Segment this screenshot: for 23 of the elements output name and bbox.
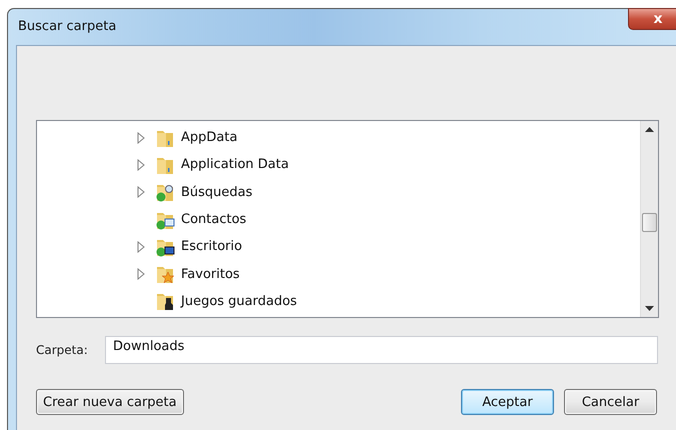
tree-item[interactable]: Búsquedas [181,184,252,200]
tree-item[interactable]: Contactos [181,212,246,228]
expand-arrow-icon[interactable] [137,186,146,198]
expand-arrow-icon[interactable] [137,132,146,144]
expand-arrow-icon[interactable] [137,240,146,253]
scroll-down-icon[interactable] [645,306,654,311]
folder-field[interactable]: Downloads [105,336,658,364]
folder-label: Carpeta: [36,343,89,357]
tree-item[interactable]: Favoritos [181,266,240,282]
expand-arrow-icon[interactable] [137,158,146,171]
accept-button[interactable]: Aceptar [461,389,554,415]
tree-item[interactable]: Escritorio [181,239,242,254]
tree-item[interactable]: AppData [181,130,238,146]
cancel-button[interactable]: Cancelar [564,389,657,415]
tree-item[interactable]: Application Data [181,157,289,172]
scrollbar[interactable] [640,121,658,317]
window-title: Buscar carpeta [18,19,116,34]
tree-item[interactable]: Juegos guardados [181,294,297,309]
scroll-up-icon[interactable] [645,127,654,132]
expand-arrow-icon[interactable] [137,268,146,280]
close-button[interactable]: x [628,8,676,30]
new-folder-button[interactable]: Crear nueva carpeta [36,389,184,415]
scroll-thumb[interactable] [642,213,657,232]
